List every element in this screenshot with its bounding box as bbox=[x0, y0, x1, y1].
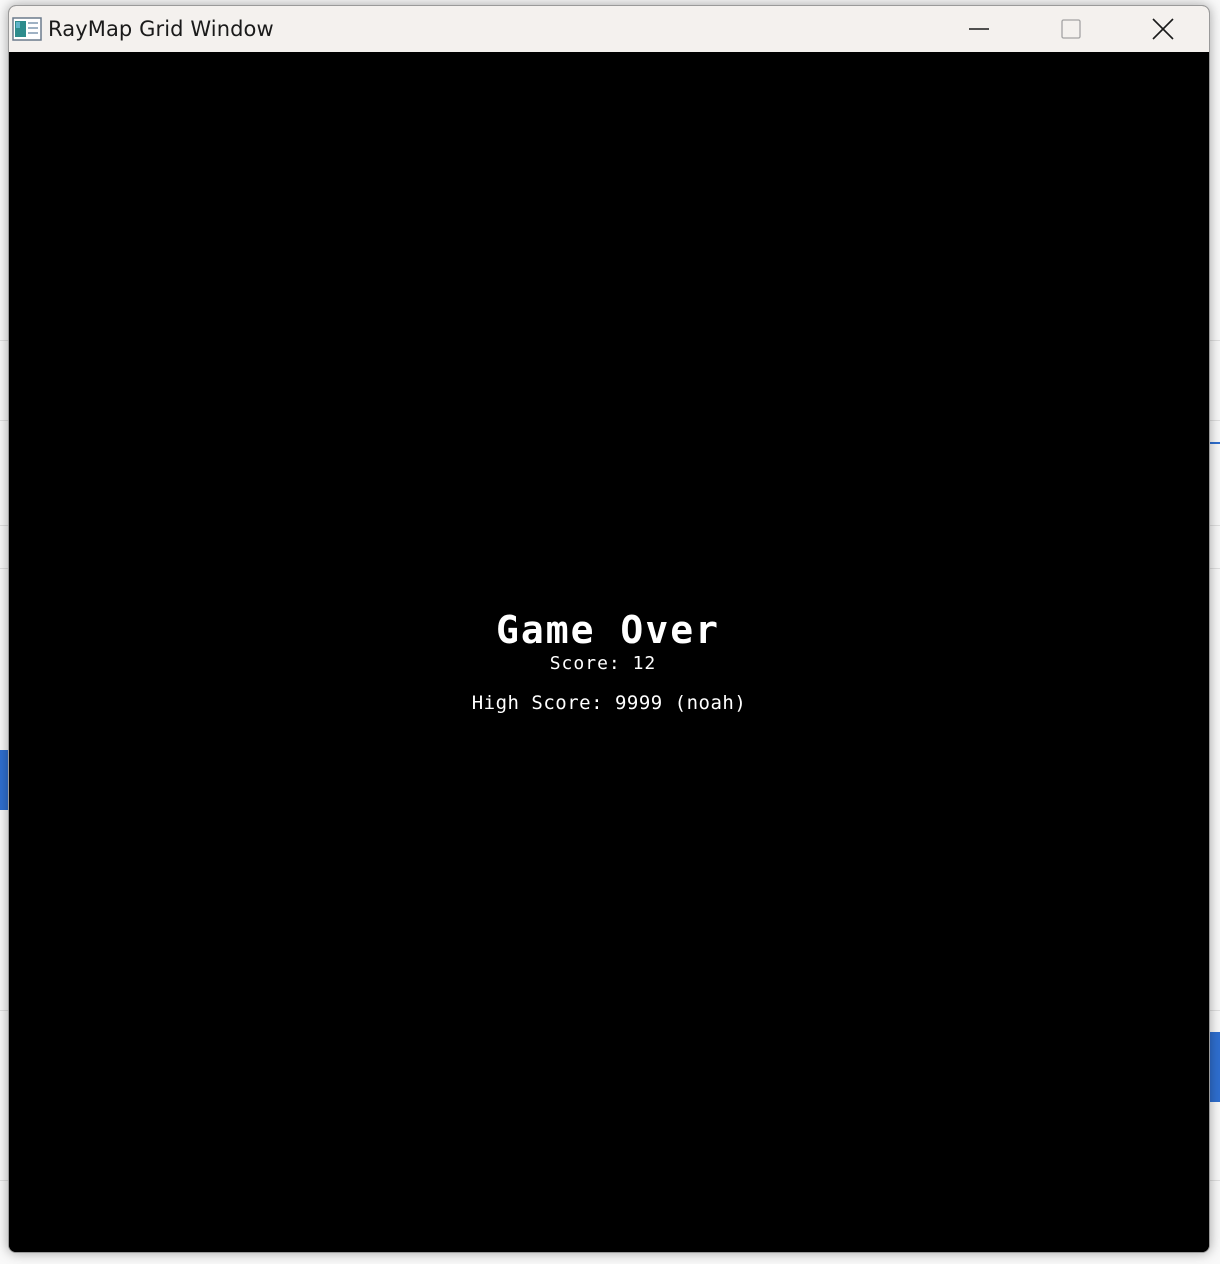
maximize-icon bbox=[1061, 19, 1081, 39]
game-canvas[interactable]: Game Over Score: 12 High Score: 9999 (no… bbox=[9, 52, 1209, 1252]
close-icon bbox=[1152, 18, 1174, 40]
close-button[interactable] bbox=[1117, 6, 1209, 52]
title-bar[interactable]: RayMap Grid Window bbox=[9, 6, 1209, 52]
window-title: RayMap Grid Window bbox=[48, 17, 274, 41]
high-score-text: High Score: 9999 (noah) bbox=[471, 692, 747, 714]
maximize-button[interactable] bbox=[1025, 6, 1117, 52]
minimize-icon bbox=[969, 28, 989, 30]
minimize-button[interactable] bbox=[933, 6, 1025, 52]
score-text: Score: 12 bbox=[549, 653, 657, 674]
game-window: RayMap Grid Window Game Over Score: 12 H… bbox=[8, 5, 1210, 1253]
app-window-icon bbox=[12, 17, 42, 41]
caption-buttons bbox=[933, 6, 1209, 52]
background-accent bbox=[0, 750, 8, 810]
game-over-heading: Game Over bbox=[496, 608, 720, 652]
